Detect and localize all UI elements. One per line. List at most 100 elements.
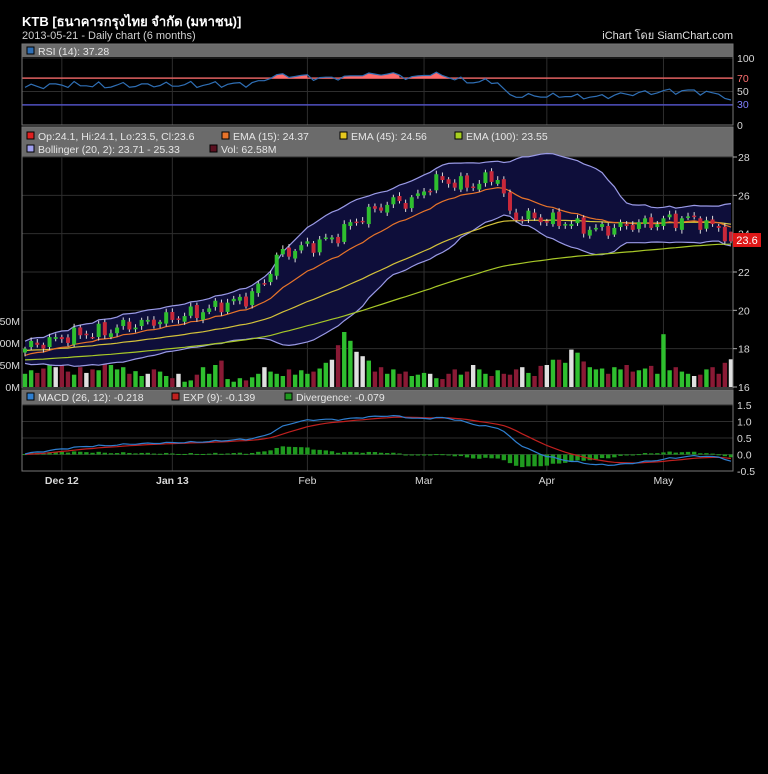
volume-bar xyxy=(335,345,341,387)
candle-body xyxy=(563,224,568,226)
divergence-bar xyxy=(470,454,476,459)
macd-tick-label: 0.0 xyxy=(737,450,752,462)
candle-body xyxy=(170,311,175,320)
candle-body xyxy=(139,319,144,327)
volume-bar xyxy=(139,376,144,387)
volume-bar xyxy=(513,369,519,387)
candle-body xyxy=(483,172,488,184)
rsi-legend: RSI (14): 37.28 xyxy=(38,46,109,58)
divergence-bar xyxy=(164,452,169,455)
divergence-bar xyxy=(139,452,144,455)
divergence-bar xyxy=(366,451,371,455)
volume-bar xyxy=(342,332,347,387)
divergence-bar xyxy=(624,454,629,456)
candle-body xyxy=(90,336,95,339)
volume-bar xyxy=(127,373,132,387)
divergence-bar xyxy=(391,452,396,455)
candle-body xyxy=(65,337,70,343)
macd-tick-label: -0.5 xyxy=(737,466,755,478)
x-tick-label: Dec 12 xyxy=(45,475,79,487)
candle-body xyxy=(78,327,83,336)
volume-bar xyxy=(108,365,114,387)
volume-bar xyxy=(691,376,697,387)
candle-body xyxy=(465,175,470,188)
volume-bar xyxy=(507,374,513,387)
divergence-bar xyxy=(385,453,390,455)
candle-body xyxy=(403,202,408,209)
candle-body xyxy=(323,237,328,239)
volume-bar xyxy=(421,372,427,387)
divergence-bar xyxy=(151,453,157,455)
divergence-bar xyxy=(452,454,457,457)
price-tick-label: 26 xyxy=(738,190,750,202)
candle-body xyxy=(428,190,433,193)
volume-bar xyxy=(22,373,28,387)
volume-bar xyxy=(636,370,642,387)
candle-body xyxy=(244,296,249,307)
candle-body xyxy=(679,218,684,230)
candle-body xyxy=(299,245,304,251)
volume-bar xyxy=(225,379,230,387)
candle-body xyxy=(729,231,733,242)
candle-body xyxy=(47,337,52,348)
candle-body xyxy=(495,180,500,184)
legend-swatch xyxy=(26,131,35,140)
candle-body xyxy=(35,342,40,345)
candle-body xyxy=(72,327,77,345)
candle-body xyxy=(59,337,64,340)
candle-body xyxy=(600,224,605,227)
divergence-bar xyxy=(691,451,697,455)
divergence-bar xyxy=(372,452,378,455)
divergence-bar xyxy=(256,451,261,455)
candle-body xyxy=(121,319,126,327)
candle-body xyxy=(692,215,697,218)
divergence-bar xyxy=(268,450,273,455)
volume-bar xyxy=(305,373,310,387)
candle-body xyxy=(391,197,396,205)
volume-bar xyxy=(96,370,101,387)
volume-bar xyxy=(618,369,623,387)
divergence-bar xyxy=(409,454,414,456)
candle-body xyxy=(182,316,187,322)
volume-bar xyxy=(249,377,255,387)
candle-body xyxy=(84,333,89,336)
legend-label: Divergence: -0.079 xyxy=(296,392,385,404)
volume-bar xyxy=(569,349,574,387)
volume-bar xyxy=(188,380,193,387)
rsi-tick: 70 xyxy=(737,73,749,85)
volume-tick-label: 50M xyxy=(0,360,20,372)
divergence-bar xyxy=(532,454,537,467)
candle-body xyxy=(280,249,285,255)
divergence-bar xyxy=(317,449,322,455)
legend-swatch xyxy=(454,131,463,140)
volume-bar xyxy=(458,374,464,387)
divergence-bar xyxy=(501,454,507,461)
candle-body xyxy=(305,241,310,244)
divergence-bar xyxy=(170,453,175,455)
candle-body xyxy=(231,298,236,302)
divergence-bar xyxy=(483,454,488,458)
volume-bar xyxy=(446,373,451,387)
divergence-bar xyxy=(698,453,703,455)
volume-bar xyxy=(409,376,414,387)
candle-body xyxy=(348,222,353,226)
candle-body xyxy=(716,225,721,228)
divergence-bar xyxy=(299,447,304,455)
divergence-bar xyxy=(127,452,132,455)
volume-bar xyxy=(84,372,89,387)
volume-bar xyxy=(329,359,335,387)
divergence-bar xyxy=(722,454,728,457)
price-tick-label: 22 xyxy=(738,267,750,279)
legend-label: Bollinger (20, 2): 23.71 - 25.33 xyxy=(38,144,180,156)
candle-body xyxy=(250,291,255,306)
price-tick-label: 28 xyxy=(738,152,750,164)
divergence-bar xyxy=(378,452,384,455)
legend-label: MACD (26, 12): -0.218 xyxy=(38,392,144,404)
volume-bar xyxy=(237,378,243,387)
candle-body xyxy=(667,214,672,218)
volume-bar xyxy=(194,374,200,387)
volume-bar xyxy=(164,376,169,387)
volume-bar xyxy=(538,365,543,387)
candle-body xyxy=(286,247,291,257)
candle-body xyxy=(151,319,156,326)
